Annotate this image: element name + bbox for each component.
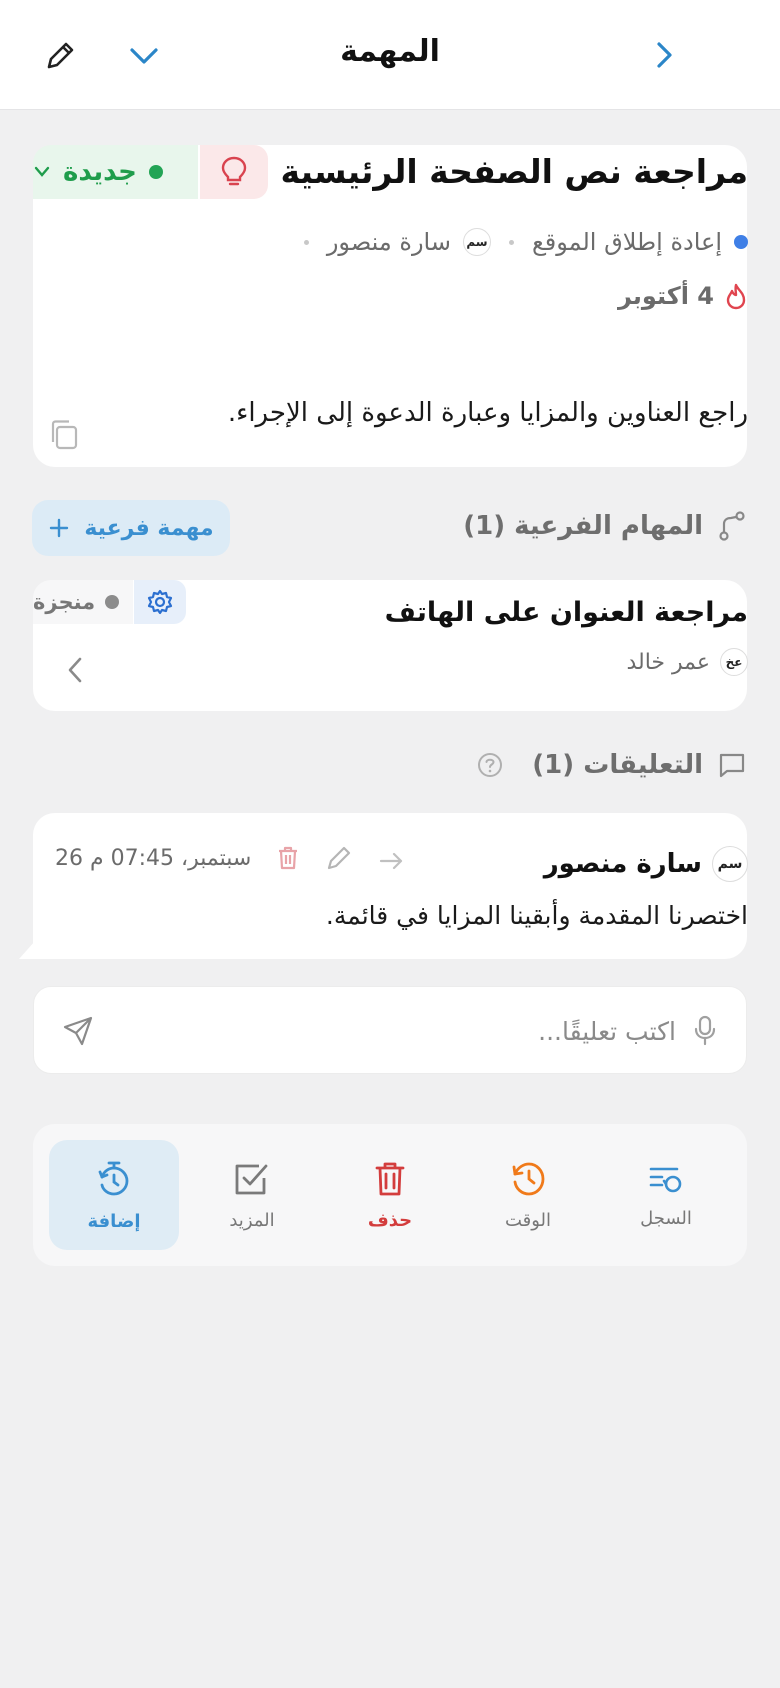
comment-input[interactable]: [156, 1007, 676, 1055]
subtask-status[interactable]: منجزة: [33, 580, 133, 624]
status-chevron-icon: [34, 166, 50, 177]
clock-history-icon: [512, 1162, 545, 1195]
branch-icon: [719, 511, 745, 541]
gear-icon: [147, 589, 173, 615]
assignee-name[interactable]: سارة منصور: [327, 228, 451, 256]
comment-input-box: [33, 986, 747, 1074]
task-description: راجع العناوين والمزايا وعبارة الدعوة إلى…: [227, 398, 748, 428]
edit-pencil-icon[interactable]: [38, 34, 82, 78]
meta-separator: [508, 239, 514, 245]
page-title: المهمة: [340, 34, 440, 69]
due-date-label: 4 أكتوبر: [617, 282, 714, 310]
comment-author: سم سارة منصور: [544, 846, 748, 882]
comment-bubble-icon: [719, 753, 745, 778]
subtasks-header: المهام الفرعية (1): [463, 510, 747, 542]
checkbox-icon: [235, 1164, 268, 1194]
send-icon[interactable]: [61, 1014, 95, 1048]
project-name[interactable]: إعادة إطلاق الموقع: [532, 228, 722, 256]
microphone-icon[interactable]: [692, 1014, 718, 1048]
chevron-down-icon[interactable]: [122, 34, 166, 78]
comment-card: [33, 813, 747, 959]
history-label: السجل: [640, 1207, 692, 1229]
status-dot: [148, 165, 163, 179]
more-label: المزيد: [229, 1209, 275, 1231]
plus-icon: [50, 518, 69, 538]
project-dot: [734, 235, 748, 249]
subtask-status-label: منجزة: [33, 590, 96, 614]
subtask-assignee: عخ عمر خالد: [626, 648, 748, 676]
subtask-status-dot: [105, 595, 120, 609]
reply-arrow-icon[interactable]: [377, 846, 405, 870]
subtask-settings-button[interactable]: [134, 580, 186, 624]
subtask-title: مراجعة العنوان على الهاتف: [384, 597, 748, 628]
comments-label: التعليقات (1): [532, 750, 703, 780]
copy-icon[interactable]: [48, 418, 80, 452]
add-label: إضافة: [87, 1210, 141, 1232]
task-title: مراجعة نص الصفحة الرئيسية: [280, 152, 749, 191]
time-button[interactable]: الوقت: [463, 1140, 593, 1250]
subtasks-label: المهام الفرعية (1): [463, 511, 703, 541]
subtask-assignee-name: عمر خالد: [626, 649, 710, 675]
lightbulb-icon: [221, 156, 247, 186]
comment-text: اختصرنا المقدمة وأبقينا المزايا في قائمة…: [325, 901, 748, 930]
trash-icon: [375, 1162, 405, 1195]
status-dropdown[interactable]: جديدة: [33, 145, 198, 199]
chevron-left-icon[interactable]: [64, 655, 86, 685]
comments-header: التعليقات (1): [476, 750, 747, 780]
comment-tail: [19, 941, 35, 959]
history-button[interactable]: السجل: [601, 1140, 731, 1250]
due-date[interactable]: 4 أكتوبر: [618, 282, 748, 310]
status-label: جديدة: [63, 157, 137, 187]
comment-author-name: سارة منصور: [543, 849, 702, 879]
delete-comment-icon[interactable]: [275, 844, 301, 872]
lightbulb-button[interactable]: [200, 145, 268, 199]
meta-separator: [303, 239, 309, 245]
fire-icon: [726, 283, 746, 310]
edit-comment-icon[interactable]: [325, 844, 353, 872]
delete-label: حذف: [367, 1209, 413, 1231]
time-label: الوقت: [504, 1209, 552, 1231]
comment-time: 26 سبتمبر، 07:45 م: [55, 845, 252, 871]
more-button[interactable]: المزيد: [187, 1140, 317, 1250]
subtask-assignee-avatar: عخ: [720, 648, 748, 676]
comment-actions: 26 سبتمبر، 07:45 م: [55, 844, 405, 872]
delete-button[interactable]: حذف: [325, 1140, 455, 1250]
bottom-action-bar: السجل الوقت حذف المزيد إضافة: [33, 1124, 747, 1266]
task-meta: إعادة إطلاق الموقع سم سارة منصور: [298, 228, 748, 256]
add-button[interactable]: إضافة: [49, 1140, 179, 1250]
help-icon[interactable]: [476, 751, 504, 779]
timer-add-icon: [98, 1161, 129, 1195]
history-list-icon: [649, 1167, 682, 1192]
assignee-avatar: سم: [462, 228, 491, 256]
add-subtask-button[interactable]: مهمة فرعية: [32, 500, 230, 556]
comment-author-avatar: سم: [712, 846, 748, 882]
top-bar: المهمة: [0, 0, 780, 110]
add-subtask-label: مهمة فرعية: [84, 515, 214, 541]
